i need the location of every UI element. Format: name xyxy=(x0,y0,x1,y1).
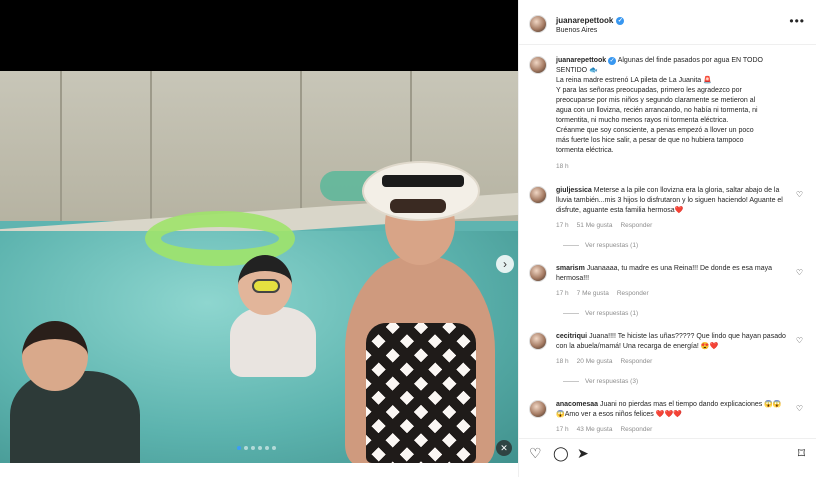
wall-seam xyxy=(300,71,302,221)
comment-username[interactable]: giuljessica xyxy=(556,187,592,194)
post-photo[interactable] xyxy=(0,71,518,463)
avatar[interactable] xyxy=(529,332,547,350)
post-details-panel: juanarepettook ✓ Buenos Aires ••• juanar… xyxy=(518,0,816,477)
username-row[interactable]: juanarepettook ✓ xyxy=(556,16,625,25)
speaker-muted-icon[interactable]: ✕ xyxy=(496,440,512,456)
caption-line: Créanme que soy consciente, a penas empe… xyxy=(556,127,754,134)
caption-line: SENTIDO 🐟 xyxy=(556,67,598,74)
bookmark-icon[interactable]: ⌑ xyxy=(798,445,805,462)
comment-likes[interactable]: 43 Me gusta xyxy=(577,426,613,433)
reply-button[interactable]: Responder xyxy=(620,358,652,365)
carousel-dot xyxy=(265,446,269,450)
chevron-right-icon[interactable]: › xyxy=(496,255,514,273)
caption-line: agua con un llovizna, recién arrancando,… xyxy=(556,107,758,114)
comment-meta: 18 h 20 Me gusta Responder xyxy=(556,358,652,365)
avatar[interactable] xyxy=(529,56,547,74)
carousel-dot xyxy=(258,446,262,450)
caption-username[interactable]: juanarepettook xyxy=(556,57,606,64)
goggles xyxy=(252,279,280,293)
heart-icon[interactable]: ♡ xyxy=(796,190,803,199)
comment-text: cecitriqui Juana!!!! Te hiciste las uñas… xyxy=(556,332,788,352)
avatar[interactable] xyxy=(529,186,547,204)
heart-icon[interactable]: ♡ xyxy=(796,404,803,413)
caption-line: tormentita, ni mucho menos rayos ni torm… xyxy=(556,117,729,124)
caption-timestamp: 18 h xyxy=(556,163,569,170)
caption-line: Y para las señoras preocupadas, primero … xyxy=(556,87,742,94)
more-horizontal-icon[interactable]: ••• xyxy=(789,14,805,28)
carousel-dot xyxy=(244,446,248,450)
send-icon[interactable]: ➤ xyxy=(577,445,589,462)
hat-band xyxy=(382,175,464,187)
comment-meta: 17 h 51 Me gusta Responder xyxy=(556,222,652,229)
avatar[interactable] xyxy=(529,400,547,418)
comment-time: 18 h xyxy=(556,358,569,365)
replies-divider xyxy=(563,313,579,314)
child-left xyxy=(10,371,140,463)
comment-meta: 17 h 43 Me gusta Responder xyxy=(556,426,652,433)
wall-seam xyxy=(150,71,152,221)
carousel-dot xyxy=(237,446,241,450)
comment-text: anacomesaa Juani no pierdas mas el tiemp… xyxy=(556,400,788,420)
comments-scroll[interactable]: juanarepettook ✓ Algunas del finde pasad… xyxy=(519,46,816,438)
reply-button[interactable]: Responder xyxy=(617,290,649,297)
comment-likes[interactable]: 20 Me gusta xyxy=(577,358,613,365)
media-letterbox xyxy=(0,0,518,71)
caption-line: más fuerte los hice salir, a pesar de qu… xyxy=(556,137,744,144)
comment-username[interactable]: anacomesaa xyxy=(556,401,598,408)
avatar[interactable] xyxy=(529,264,547,282)
view-replies-label[interactable]: Ver respuestas (3) xyxy=(585,378,638,385)
verified-icon: ✓ xyxy=(616,16,625,25)
view-replies[interactable]: Ver respuestas (3) xyxy=(563,378,638,385)
post-caption: juanarepettook ✓ Algunas del finde pasad… xyxy=(556,56,808,156)
comment-likes[interactable]: 51 Me gusta xyxy=(577,222,613,229)
comment-time: 17 h xyxy=(556,426,569,433)
heart-icon[interactable]: ♡ xyxy=(796,268,803,277)
caption-line: tormenta eléctrica. xyxy=(556,147,614,154)
caption-line: preocuparse por mis niños y segundo clar… xyxy=(556,97,756,104)
replies-divider xyxy=(563,381,579,382)
view-replies-label[interactable]: Ver respuestas (1) xyxy=(585,242,638,249)
replies-divider xyxy=(563,245,579,246)
comment-body: Juana!!!! Te hiciste las uñas????? Que l… xyxy=(556,333,786,350)
comment-body: Juanaaaa, tu madre es una Reina!!! De do… xyxy=(556,265,772,282)
caption-line: Algunas del finde pasados por agua EN TO… xyxy=(617,57,763,64)
child-left-head xyxy=(22,321,88,391)
comment-time: 17 h xyxy=(556,222,569,229)
reply-button[interactable]: Responder xyxy=(620,222,652,229)
avatar[interactable] xyxy=(529,15,547,33)
post-actions: ♡ ◯ ➤ ⌑ xyxy=(519,438,816,477)
comment-username[interactable]: cecitriqui xyxy=(556,333,587,340)
comment-text: smarism Juanaaaa, tu madre es una Reina!… xyxy=(556,264,788,284)
sunglasses xyxy=(390,199,446,213)
view-replies-label[interactable]: Ver respuestas (1) xyxy=(585,310,638,317)
reply-button[interactable]: Responder xyxy=(620,426,652,433)
comment-text: giuljessica Meterse a la pile con lloviz… xyxy=(556,186,788,216)
caption-line: La reina madre estrenó LA pileta de La J… xyxy=(556,77,712,84)
heart-icon[interactable]: ♡ xyxy=(796,336,803,345)
wall-seam xyxy=(60,71,62,221)
view-replies[interactable]: Ver respuestas (1) xyxy=(563,310,638,317)
comment-icon[interactable]: ◯ xyxy=(553,445,569,462)
carousel-indicator xyxy=(237,446,276,450)
carousel-dot xyxy=(272,446,276,450)
comment-likes[interactable]: 7 Me gusta xyxy=(577,290,609,297)
comment-meta: 17 h 7 Me gusta Responder xyxy=(556,290,649,297)
username[interactable]: juanarepettook xyxy=(556,16,613,25)
verified-icon: ✓ xyxy=(608,57,617,65)
houndstooth-swimsuit xyxy=(366,323,476,463)
comment-username[interactable]: smarism xyxy=(556,265,585,272)
carousel-dot xyxy=(251,446,255,450)
comment-time: 17 h xyxy=(556,290,569,297)
location[interactable]: Buenos Aires xyxy=(556,27,597,34)
heart-icon[interactable]: ♡ xyxy=(529,445,542,462)
post-header: juanarepettook ✓ Buenos Aires ••• xyxy=(519,0,816,45)
view-replies[interactable]: Ver respuestas (1) xyxy=(563,242,638,249)
child-goggles xyxy=(230,307,316,377)
